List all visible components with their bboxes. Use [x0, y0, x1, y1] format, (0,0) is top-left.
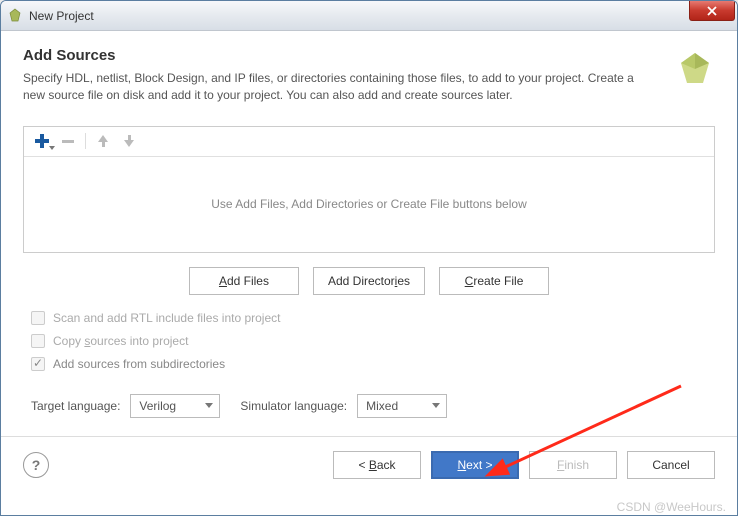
- subdirs-label: Add sources from subdirectories: [53, 357, 225, 371]
- simulator-language-select[interactable]: Mixed: [357, 394, 447, 418]
- action-buttons: Add Files Add Directories Create File: [1, 253, 737, 303]
- finish-button: Finish: [529, 451, 617, 479]
- plus-icon: [35, 134, 49, 148]
- target-language-value: Verilog: [139, 399, 176, 413]
- vivado-logo-icon: [675, 49, 715, 89]
- footer: ? < Back Next > Finish Cancel: [1, 437, 737, 493]
- copy-sources-label: Copy sources into project: [53, 334, 188, 348]
- target-language-label: Target language:: [31, 399, 120, 413]
- toolbar: [24, 127, 714, 157]
- window-title: New Project: [29, 9, 94, 23]
- simulator-language-value: Mixed: [366, 399, 398, 413]
- checkbox-checked-icon: [31, 357, 45, 371]
- create-file-button[interactable]: Create File: [439, 267, 549, 295]
- arrow-up-icon: [98, 135, 108, 147]
- minus-icon: [62, 140, 74, 143]
- list-placeholder: Use Add Files, Add Directories or Create…: [211, 197, 526, 211]
- scan-rtl-label: Scan and add RTL include files into proj…: [53, 311, 280, 325]
- scan-rtl-option: Scan and add RTL include files into proj…: [31, 311, 715, 325]
- copy-sources-option: Copy sources into project: [31, 334, 715, 348]
- back-button[interactable]: < Back: [333, 451, 421, 479]
- add-files-button[interactable]: Add Files: [189, 267, 299, 295]
- app-icon: [7, 8, 23, 24]
- language-row: Target language: Verilog Simulator langu…: [1, 390, 737, 418]
- add-button[interactable]: [30, 130, 54, 152]
- toolbar-separator: [85, 133, 86, 149]
- add-directories-button[interactable]: Add Directories: [313, 267, 425, 295]
- header: Add Sources Specify HDL, netlist, Block …: [1, 31, 737, 118]
- options-section: Scan and add RTL include files into proj…: [1, 303, 737, 390]
- move-up-button: [91, 130, 115, 152]
- checkbox-icon: [31, 334, 45, 348]
- next-button[interactable]: Next >: [431, 451, 519, 479]
- close-button[interactable]: [689, 1, 735, 21]
- sources-list: Use Add Files, Add Directories or Create…: [24, 157, 714, 252]
- simulator-language-label: Simulator language:: [240, 399, 347, 413]
- help-button[interactable]: ?: [23, 452, 49, 478]
- nav-buttons: < Back Next > Finish Cancel: [333, 451, 715, 479]
- page-description: Specify HDL, netlist, Block Design, and …: [23, 70, 643, 104]
- move-down-button: [117, 130, 141, 152]
- checkbox-icon: [31, 311, 45, 325]
- chevron-down-icon: [205, 403, 213, 408]
- dialog-window: New Project Add Sources Specify HDL, net…: [0, 0, 738, 516]
- target-language-select[interactable]: Verilog: [130, 394, 220, 418]
- chevron-down-icon: [432, 403, 440, 408]
- subdirs-option: Add sources from subdirectories: [31, 357, 715, 371]
- arrow-down-icon: [124, 135, 134, 147]
- titlebar: New Project: [1, 1, 737, 31]
- page-title: Add Sources: [23, 47, 715, 64]
- sources-panel: Use Add Files, Add Directories or Create…: [23, 126, 715, 253]
- remove-button: [56, 130, 80, 152]
- cancel-button[interactable]: Cancel: [627, 451, 715, 479]
